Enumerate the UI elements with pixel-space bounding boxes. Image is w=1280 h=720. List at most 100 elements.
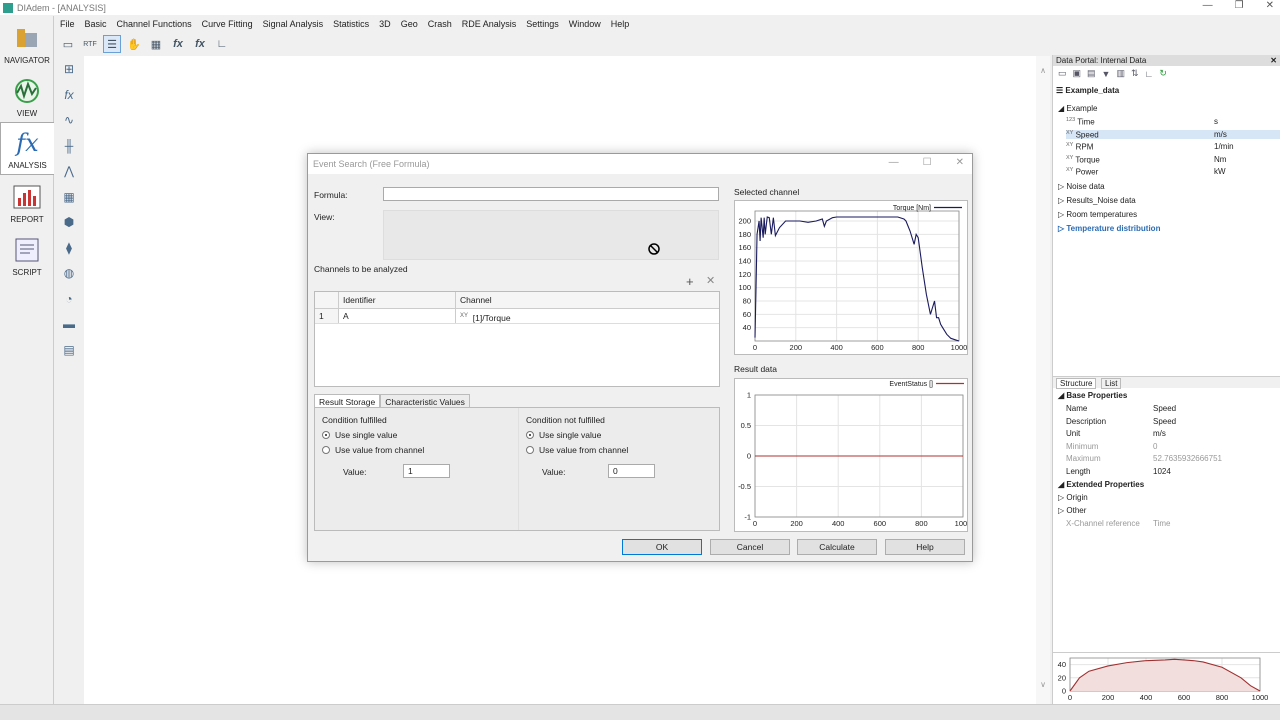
menu-item-crash[interactable]: Crash xyxy=(423,16,457,32)
fulfilled-channel-value-radio[interactable]: Use value from channel xyxy=(322,445,424,455)
not-fulfilled-value-input[interactable]: 0 xyxy=(608,464,655,478)
dialog-minimize-button[interactable]: — xyxy=(889,157,899,168)
ok-button[interactable]: OK xyxy=(622,539,702,555)
tree-channel-torque[interactable]: XY Torque Nm xyxy=(1066,155,1280,165)
menu-item-3d[interactable]: 3D xyxy=(374,16,396,32)
hand-icon[interactable]: ✋ xyxy=(125,35,143,53)
fx-edit-icon[interactable]: fx xyxy=(191,35,209,53)
dialog-maximize-button[interactable]: ☐ xyxy=(923,157,932,168)
maximize-button[interactable]: ❐ xyxy=(1235,0,1244,11)
axis-icon[interactable]: ∟ xyxy=(213,35,231,53)
property-value[interactable]: 0 xyxy=(1153,442,1157,451)
minimize-button[interactable]: — xyxy=(1203,0,1213,11)
curve-fitting-icon[interactable]: ∿ xyxy=(58,109,80,131)
statistics-grid-icon[interactable]: ▦ xyxy=(58,186,80,208)
crash-fx-icon[interactable]: ◔ xyxy=(58,288,80,310)
menu-item-curve-fitting[interactable]: Curve Fitting xyxy=(197,16,258,32)
not-fulfilled-single-value-radio[interactable]: Use single value xyxy=(526,430,601,440)
extended-properties-heading[interactable]: ◢ Extended Properties xyxy=(1058,480,1144,489)
menu-item-settings[interactable]: Settings xyxy=(521,16,564,32)
signal-analysis-icon[interactable]: ╫ xyxy=(58,135,80,157)
fulfilled-single-value-radio[interactable]: Use single value xyxy=(322,430,397,440)
data-portal-toggle-icon[interactable]: ☰ xyxy=(103,35,121,53)
nav-report[interactable]: REPORT xyxy=(0,175,54,228)
close-window-button[interactable]: ✕ xyxy=(1266,0,1274,11)
property-value[interactable]: 1024 xyxy=(1153,467,1171,476)
tree-group-results-noise-data[interactable]: ▷ Results_Noise data xyxy=(1058,196,1136,205)
ext-origin[interactable]: ▷ Origin xyxy=(1058,493,1088,502)
new-document-icon[interactable]: ▭ xyxy=(59,35,77,53)
tab-structure[interactable]: Structure xyxy=(1056,378,1097,389)
new-file-icon[interactable]: ▭ xyxy=(1058,68,1067,79)
columns-icon[interactable]: ▥ xyxy=(1116,68,1125,79)
x-tick-label: 0 xyxy=(753,343,757,352)
load-icon[interactable]: ▣ xyxy=(1073,68,1082,79)
formula-input[interactable] xyxy=(383,187,719,201)
dialog-close-button[interactable]: ✕ xyxy=(956,157,964,168)
tab-list[interactable]: List xyxy=(1101,378,1122,389)
menu-item-geo[interactable]: Geo xyxy=(396,16,423,32)
rde-report-icon[interactable]: ▤ xyxy=(58,339,80,361)
sort-icon[interactable]: ⇅ xyxy=(1131,68,1139,79)
cancel-button[interactable]: Cancel xyxy=(710,539,790,555)
property-value[interactable]: Speed xyxy=(1153,404,1176,413)
menu-item-rde-analysis[interactable]: RDE Analysis xyxy=(457,16,522,32)
remove-channel-icon[interactable]: ✕ xyxy=(706,274,715,287)
axis-icon[interactable]: ∟ xyxy=(1145,69,1154,79)
menu-item-channel-functions[interactable]: Channel Functions xyxy=(112,16,197,32)
basic-math-icon[interactable]: ⊞ xyxy=(58,58,80,80)
data-portal-panel: Data Portal: Internal Data ✕ ▭ ▣ ▤ ▼ ▥ ⇅ … xyxy=(1052,55,1280,704)
menu-item-help[interactable]: Help xyxy=(606,16,635,32)
table-row[interactable]: 1 A XY [1]/Torque xyxy=(315,309,719,324)
menu-item-window[interactable]: Window xyxy=(564,16,606,32)
tree-channel-rpm[interactable]: XY RPM 1/min xyxy=(1066,142,1280,152)
tree-group-room-temperatures[interactable]: ▷ Room temperatures xyxy=(1058,210,1137,219)
help-button[interactable]: Help xyxy=(885,539,965,555)
tree-group-temperature-distribution[interactable]: ▷ Temperature distribution xyxy=(1058,224,1160,233)
3d-cube-icon[interactable]: ⬢ xyxy=(58,211,80,233)
workspace-scrollbar[interactable]: ∧ ∨ xyxy=(1036,56,1050,704)
tree-group-noise-data[interactable]: ▷ Noise data xyxy=(1058,182,1105,191)
calculate-button[interactable]: Calculate xyxy=(797,539,877,555)
menu-item-file[interactable]: File xyxy=(55,16,80,32)
property-value[interactable]: 52.7635932666751 xyxy=(1153,454,1222,463)
nav-view[interactable]: VIEW xyxy=(0,69,54,122)
calculator-icon[interactable]: ▦ xyxy=(147,35,165,53)
car-icon[interactable]: ▬ xyxy=(58,313,80,335)
rtf-icon[interactable]: RTF xyxy=(81,35,99,53)
menu-item-statistics[interactable]: Statistics xyxy=(328,16,374,32)
identifier-cell[interactable]: A xyxy=(339,309,456,323)
delete-icon[interactable]: ▤ xyxy=(1087,68,1096,79)
menu-item-signal-analysis[interactable]: Signal Analysis xyxy=(258,16,329,32)
not-fulfilled-channel-value-radio[interactable]: Use value from channel xyxy=(526,445,628,455)
tree-channel-power[interactable]: XY Power kW xyxy=(1066,167,1280,177)
channel-name: Power xyxy=(1075,168,1099,178)
close-portal-icon[interactable]: ✕ xyxy=(1270,55,1277,66)
fulfilled-value-input[interactable]: 1 xyxy=(403,464,450,478)
nav-script[interactable]: SCRIPT xyxy=(0,228,54,281)
base-properties-heading[interactable]: ◢ Base Properties xyxy=(1058,391,1127,400)
refresh-icon[interactable]: ↻ xyxy=(1159,68,1167,79)
y-tick-label: 0 xyxy=(747,452,751,461)
globe-icon[interactable]: ◍ xyxy=(58,262,80,284)
property-value[interactable]: m/s xyxy=(1153,429,1166,438)
channel-functions-icon[interactable]: fx xyxy=(58,84,80,106)
tree-channel-time[interactable]: 123 Time s xyxy=(1066,117,1280,127)
menu-item-basic[interactable]: Basic xyxy=(80,16,112,32)
filter-icon[interactable]: ▼ xyxy=(1102,69,1111,79)
channel-cell[interactable]: XY [1]/Torque xyxy=(456,309,719,323)
tree-channel-speed[interactable]: XY Speed m/s xyxy=(1066,129,1280,140)
add-channel-icon[interactable]: + xyxy=(686,274,694,289)
peak-icon[interactable]: ⋀ xyxy=(58,160,80,182)
geo-map-icon[interactable]: ⧫ xyxy=(58,237,80,259)
channels-grid: Identifier Channel 1 A XY [1]/Torque xyxy=(314,291,720,387)
grid-header-identifier: Identifier xyxy=(339,292,456,308)
nav-analysis[interactable]: fx ANALYSIS xyxy=(0,122,54,175)
nav-navigator[interactable]: NAVIGATOR xyxy=(0,16,54,69)
tree-file-node[interactable]: ☰ Example_data xyxy=(1056,86,1119,95)
fx-icon[interactable]: fx xyxy=(169,35,187,53)
result-storage-panel: Condition fulfilled Use single value Use… xyxy=(314,407,720,531)
ext-other[interactable]: ▷ Other xyxy=(1058,506,1086,515)
property-value[interactable]: Speed xyxy=(1153,417,1176,426)
tree-group-example[interactable]: ◢ Example xyxy=(1058,104,1098,113)
